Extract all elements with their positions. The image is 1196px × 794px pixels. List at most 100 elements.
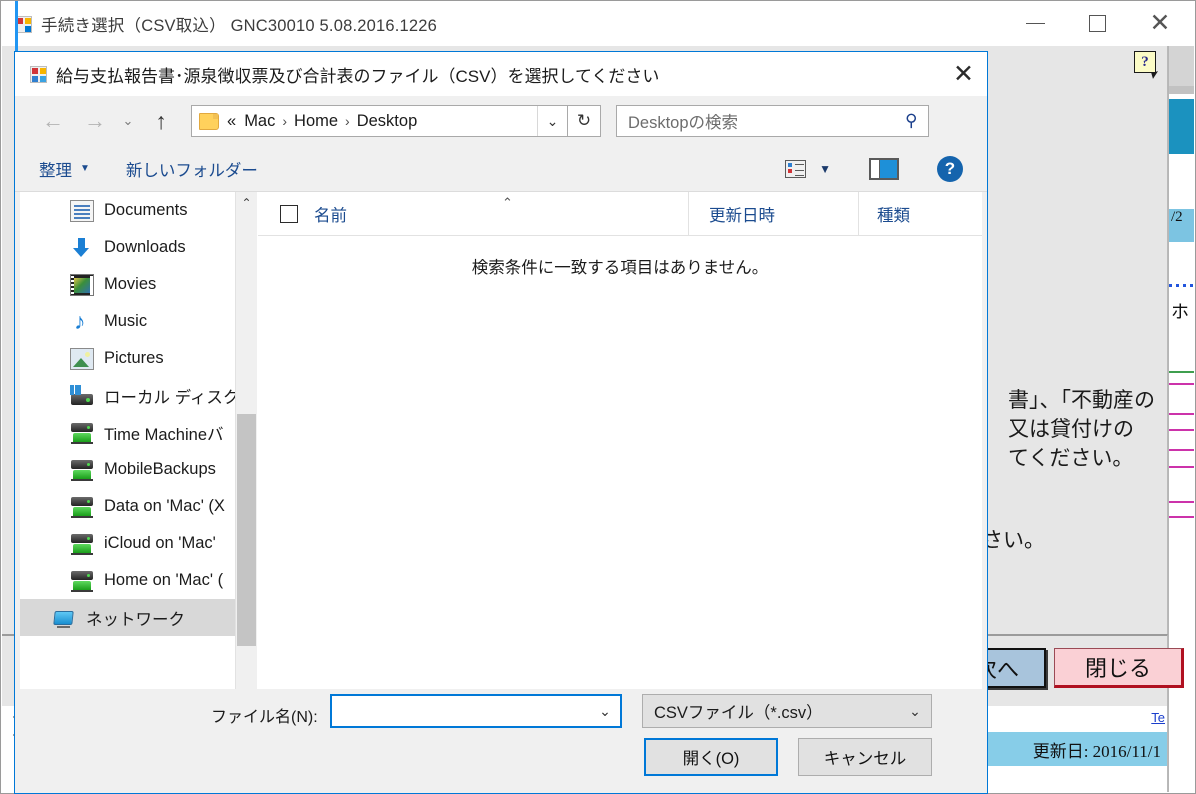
- new-folder-button[interactable]: 新しいフォルダー: [126, 157, 258, 181]
- documents-icon: [70, 199, 94, 222]
- forward-button[interactable]: →: [77, 103, 113, 139]
- sidebar-item-local-disk[interactable]: ローカル ディスク (C: [20, 377, 235, 414]
- minimize-button[interactable]: [1004, 2, 1066, 45]
- back-button[interactable]: ←: [35, 103, 71, 139]
- chevron-down-icon[interactable]: ⌄: [590, 703, 620, 720]
- breadcrumb-separator-2: ›: [345, 113, 350, 129]
- sort-indicator-icon: ⌃: [502, 195, 513, 210]
- music-icon: [70, 308, 94, 335]
- document-updated-label: 更新日: 2016/11/1: [1032, 741, 1161, 761]
- sidebar-item-label: ネットワーク: [86, 610, 185, 629]
- sidebar-item-icloud-on-mac[interactable]: iCloud on 'Mac': [20, 525, 235, 562]
- sidebar-scroll-thumb[interactable]: [237, 414, 256, 646]
- navigation-sidebar: Documents Downloads Movies Music Picture…: [20, 192, 235, 730]
- instruction-line-3: てください。: [1008, 445, 1134, 470]
- navigation-bar: ← → ⌄ ↑ « Mac › Home › Desktop ⌄ ↻ Deskt…: [15, 96, 987, 146]
- sidebar-item-music[interactable]: Music: [20, 303, 235, 340]
- instruction-text: 書」、「不動産の 又は貸付けの てください。: [1008, 386, 1155, 473]
- sidebar-item-label: ローカル ディスク (C: [104, 388, 235, 407]
- refresh-button[interactable]: ↻: [568, 105, 601, 137]
- preview-left-half: [871, 159, 880, 178]
- close-icon: ✕: [953, 59, 974, 88]
- breadcrumb-root[interactable]: «: [227, 112, 236, 131]
- sidebar-item-label: Downloads: [104, 238, 186, 256]
- sidebar-item-pictures[interactable]: Pictures: [20, 340, 235, 377]
- sidebar-item-label: MobileBackups: [104, 460, 216, 478]
- close-app-button[interactable]: 閉じる: [1054, 648, 1184, 688]
- maximize-button[interactable]: [1066, 2, 1128, 45]
- search-placeholder: Desktopの検索: [628, 114, 739, 132]
- chevron-down-icon[interactable]: ▼: [80, 163, 90, 174]
- search-box[interactable]: Desktopの検索 ⚲: [616, 105, 929, 137]
- dialog-tile-icon: [30, 65, 47, 83]
- sidebar-item-movies[interactable]: Movies: [20, 266, 235, 303]
- document-link[interactable]: Te: [1151, 710, 1165, 725]
- sidebar-item-label: Documents: [104, 201, 188, 219]
- breadcrumb-separator-1: ›: [282, 113, 288, 129]
- file-type-filter-combo[interactable]: CSVファイル（*.csv） ⌄: [642, 694, 932, 728]
- app-title: 手続き選択（CSV取込） GNC30010 5.08.2016.1226: [41, 17, 438, 35]
- up-button[interactable]: ↑: [143, 103, 179, 139]
- filename-combo[interactable]: ⌄: [330, 694, 622, 728]
- screen: 手続き選択（CSV取込） GNC30010 5.08.2016.1226 ✕ /…: [0, 0, 1196, 794]
- sidebar-item-network[interactable]: ネットワーク: [20, 599, 235, 636]
- help-icon[interactable]: ?: [937, 155, 963, 182]
- network-drive-icon: [70, 496, 94, 518]
- cancel-button[interactable]: キャンセル: [798, 738, 932, 776]
- chevron-down-icon: ⌄: [122, 113, 134, 128]
- sidebar-item-downloads[interactable]: Downloads: [20, 229, 235, 266]
- chevron-down-icon[interactable]: ▼: [819, 162, 831, 176]
- network-icon: [52, 607, 76, 629]
- column-header-type[interactable]: 種類: [858, 192, 978, 235]
- dialog-titlebar: 給与支払報告書･源泉徴収票及び合計表のファイル（CSV）を選択してください: [15, 52, 987, 96]
- sidebar-scrollbar[interactable]: ⌃ ⌄: [235, 192, 257, 730]
- preview-pane-icon[interactable]: [869, 157, 899, 180]
- breadcrumb-desktop[interactable]: Desktop: [357, 112, 418, 131]
- filename-input[interactable]: [332, 696, 590, 726]
- local-disk-icon: [70, 384, 94, 407]
- dialog-toolbar: 整理 ▼ 新しいフォルダー ▼ ?: [15, 146, 987, 192]
- address-dropdown-icon[interactable]: ⌄: [537, 106, 567, 136]
- arrow-left-icon: ←: [42, 108, 64, 133]
- breadcrumb-home[interactable]: Home: [294, 112, 338, 131]
- sidebar-item-mobilebackups[interactable]: MobileBackups: [20, 451, 235, 488]
- help-badge-icon[interactable]: ?: [1134, 51, 1156, 73]
- column-header-name[interactable]: 名前: [314, 202, 347, 226]
- network-drive-icon: [70, 533, 94, 555]
- movies-icon: [70, 273, 94, 296]
- scroll-up-button[interactable]: ⌃: [236, 192, 257, 214]
- sidebar-item-label: iCloud on 'Mac': [104, 534, 216, 552]
- dialog-title: 給与支払報告書･源泉徴収票及び合計表のファイル（CSV）を選択してください: [56, 66, 660, 86]
- sidebar-item-label: Music: [104, 312, 148, 330]
- arrow-up-icon: ↑: [155, 107, 167, 134]
- filename-label: ファイル名(N):: [211, 709, 318, 726]
- open-button[interactable]: 開く(O): [644, 738, 778, 776]
- sidebar-item-label: Time Machineバ: [104, 425, 224, 444]
- breadcrumb-mac[interactable]: Mac: [244, 112, 275, 131]
- instruction-line-2: 又は貸付けの: [1008, 416, 1134, 441]
- dialog-close-button[interactable]: ✕: [940, 52, 987, 95]
- sidebar-item-documents[interactable]: Documents: [20, 192, 235, 229]
- organize-button[interactable]: 整理: [39, 157, 72, 181]
- search-icon[interactable]: ⚲: [905, 111, 917, 131]
- preview-right-half: [879, 159, 897, 178]
- sidebar-item-time-machine[interactable]: Time Machineバ: [20, 414, 235, 451]
- sidebar-item-label: Data on 'Mac' (X: [104, 497, 225, 515]
- close-window-button[interactable]: ✕: [1129, 2, 1191, 45]
- pictures-icon: [70, 347, 94, 370]
- network-drive-icon: [70, 422, 94, 444]
- sidebar-item-data-on-mac[interactable]: Data on 'Mac' (X: [20, 488, 235, 525]
- file-list-header: 名前 ⌃ 更新日時 種類: [258, 192, 982, 236]
- column-header-date[interactable]: 更新日時: [688, 192, 858, 235]
- list-view-icon[interactable]: [785, 159, 807, 178]
- sidebar-item-home-on-mac[interactable]: Home on 'Mac' (: [20, 562, 235, 599]
- downloads-icon: [70, 237, 94, 259]
- recent-locations-button[interactable]: ⌄: [115, 103, 141, 139]
- dialog-body: Documents Downloads Movies Music Picture…: [20, 192, 982, 730]
- chevron-down-icon[interactable]: ⌄: [899, 703, 931, 720]
- maximize-icon: [1088, 15, 1106, 32]
- select-all-checkbox[interactable]: [280, 204, 298, 223]
- file-list-pane: 名前 ⌃ 更新日時 種類 検索条件に一致する項目はありません。: [258, 192, 982, 730]
- address-bar[interactable]: « Mac › Home › Desktop ⌄: [191, 105, 568, 137]
- empty-list-message: 検索条件に一致する項目はありません。: [471, 259, 769, 277]
